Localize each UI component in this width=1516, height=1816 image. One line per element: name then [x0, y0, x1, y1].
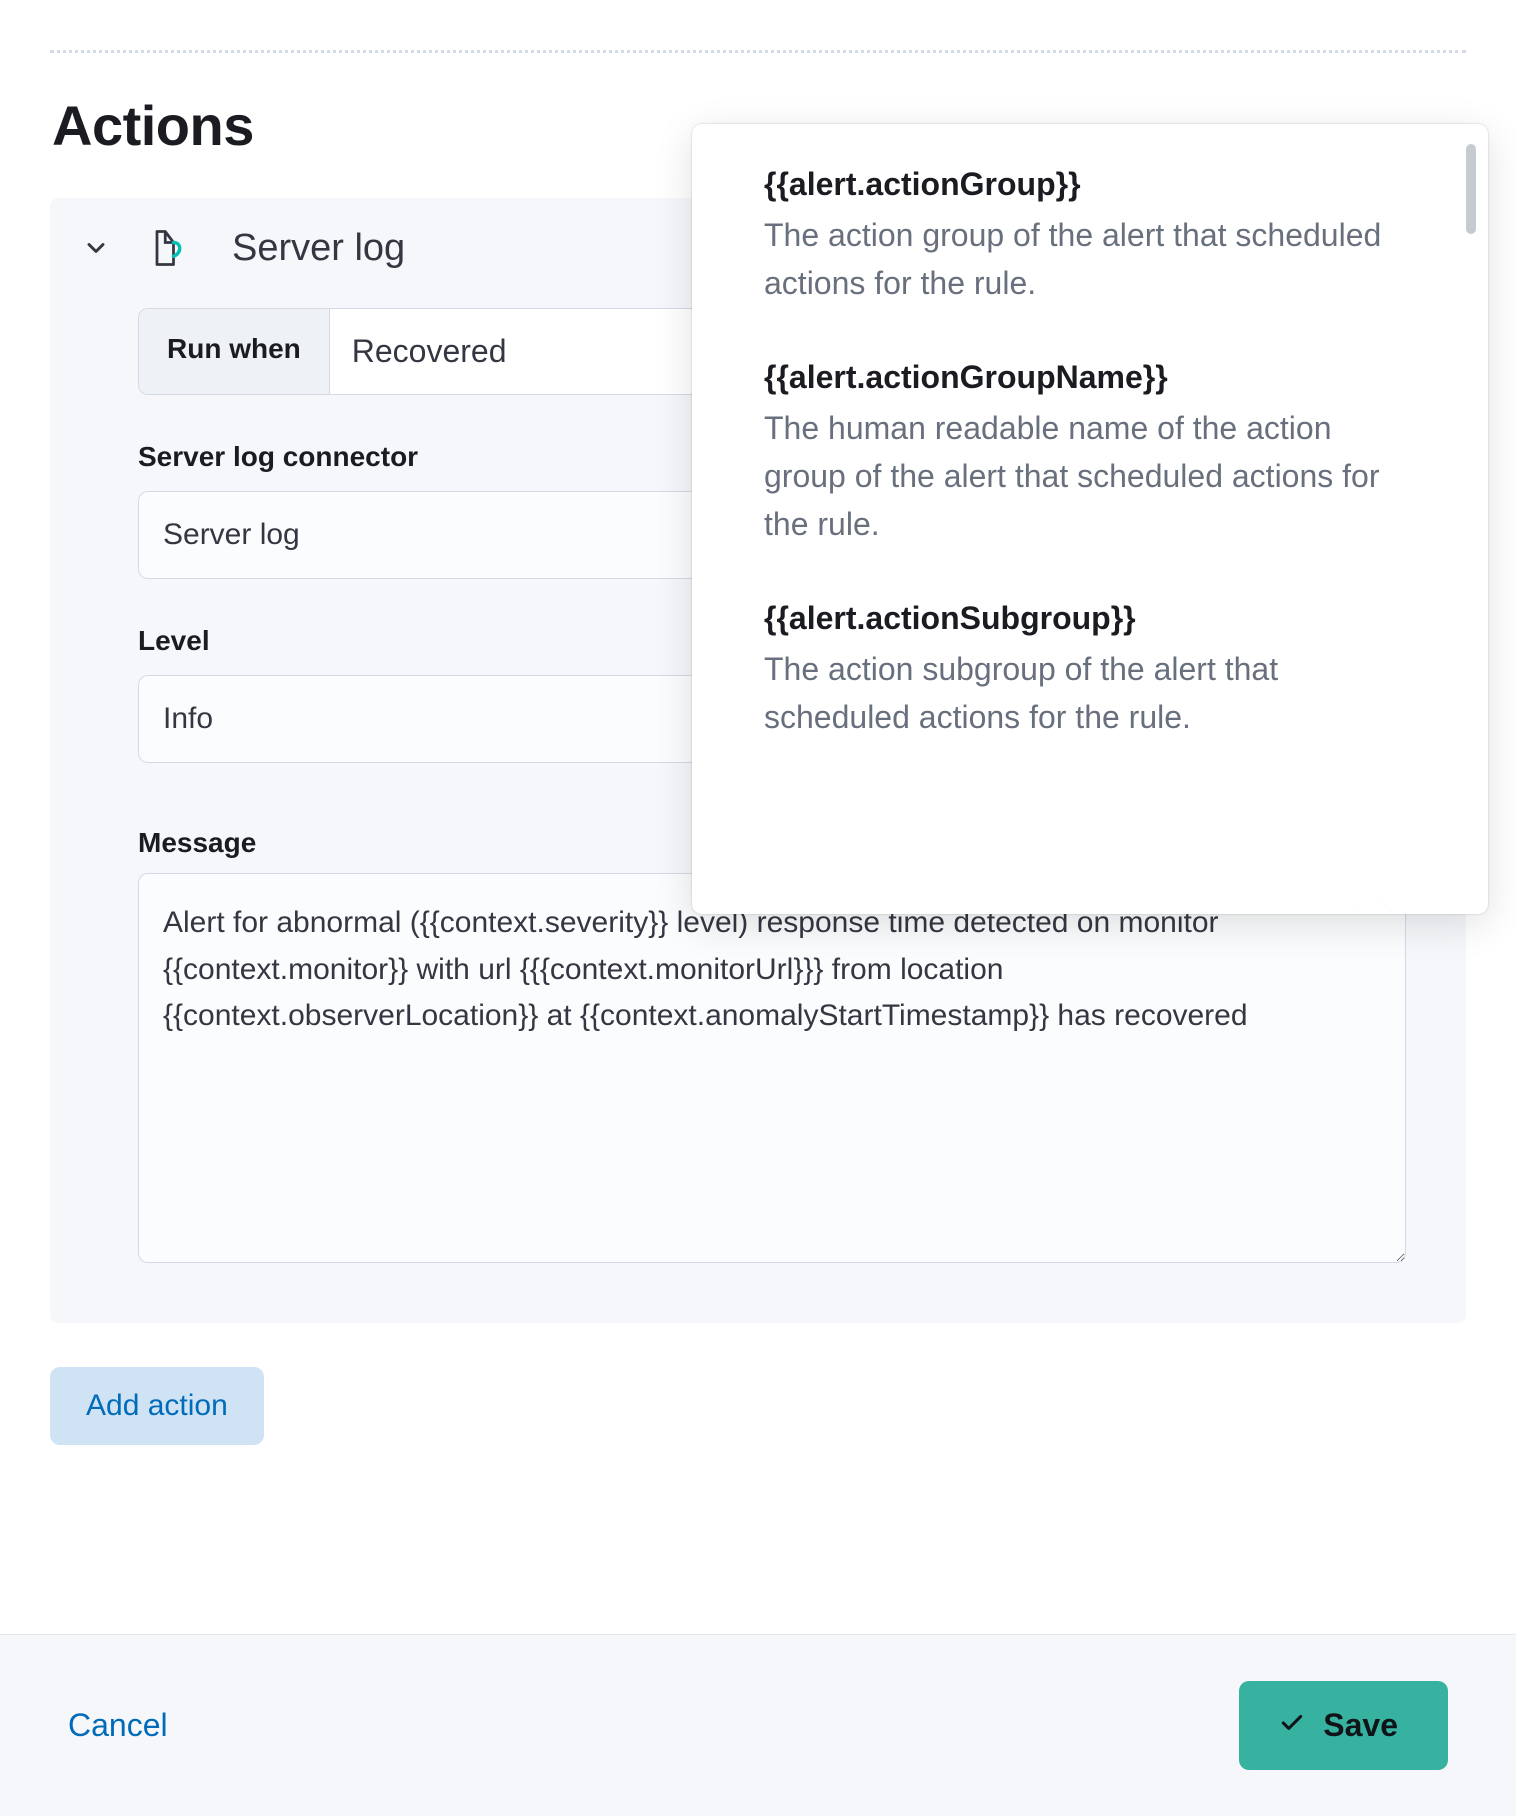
- divider: [50, 50, 1466, 53]
- cancel-button[interactable]: Cancel: [68, 1707, 168, 1744]
- check-icon: [1279, 1707, 1305, 1744]
- logs-app-icon: [146, 226, 190, 270]
- variable-desc: The action subgroup of the alert that sc…: [764, 645, 1414, 741]
- variable-option[interactable]: {{alert.actionGroup}} The action group o…: [764, 166, 1414, 307]
- save-button[interactable]: Save: [1239, 1681, 1448, 1770]
- variable-token: {{alert.actionGroupName}}: [764, 359, 1414, 396]
- footer: Cancel Save: [0, 1634, 1516, 1816]
- variable-token: {{alert.actionSubgroup}}: [764, 600, 1414, 637]
- save-label: Save: [1323, 1707, 1398, 1744]
- variable-token: {{alert.actionGroup}}: [764, 166, 1414, 203]
- message-textarea[interactable]: [138, 873, 1406, 1263]
- variables-popover: {{alert.actionGroup}} The action group o…: [692, 124, 1488, 914]
- variable-desc: The action group of the alert that sched…: [764, 211, 1414, 307]
- action-title: Server log: [232, 227, 405, 270]
- variable-option[interactable]: {{alert.actionGroupName}} The human read…: [764, 359, 1414, 548]
- variable-desc: The human readable name of the action gr…: [764, 404, 1414, 548]
- add-action-button[interactable]: Add action: [50, 1367, 264, 1445]
- scrollbar-thumb[interactable]: [1466, 144, 1476, 234]
- chevron-down-icon[interactable]: [78, 230, 114, 266]
- variables-list[interactable]: {{alert.actionGroup}} The action group o…: [764, 166, 1424, 914]
- run-when-label: Run when: [139, 309, 330, 394]
- message-label: Message: [138, 827, 256, 859]
- variable-option[interactable]: {{alert.actionSubgroup}} The action subg…: [764, 600, 1414, 741]
